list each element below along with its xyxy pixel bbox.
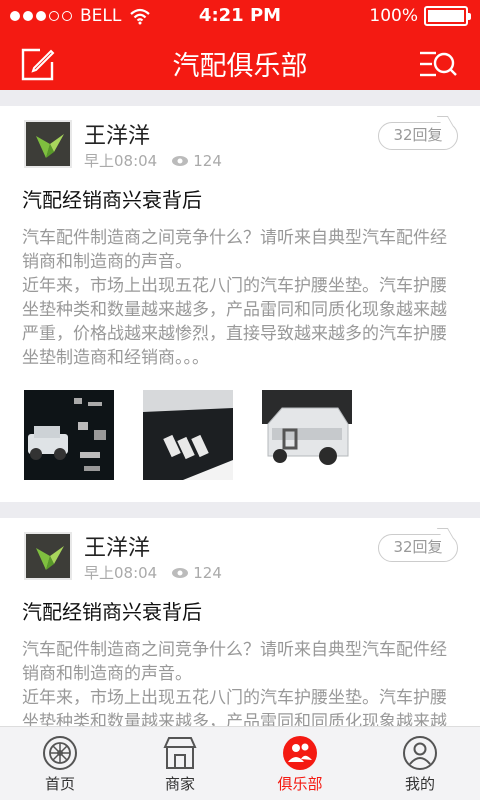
post-feed[interactable]: 王洋洋 早上08:04 124 32回复 汽配经销商兴衰背后 汽车配件制造商之间…: [0, 106, 480, 726]
author-name[interactable]: 王洋洋: [84, 530, 150, 562]
eye-icon: [172, 155, 189, 166]
post-image[interactable]: [143, 390, 233, 480]
avatar[interactable]: [24, 120, 72, 168]
avatar[interactable]: [24, 532, 72, 580]
post-title[interactable]: 汽配经销商兴衰背后: [22, 584, 458, 632]
post-card[interactable]: 王洋洋 早上08:04 124 32回复 汽配经销商兴衰背后 汽车配件制造商之间…: [0, 518, 480, 726]
reply-count-button[interactable]: 32回复: [378, 122, 458, 150]
search-menu-icon[interactable]: [418, 48, 458, 80]
post-image[interactable]: [24, 390, 114, 480]
post-title[interactable]: 汽配经销商兴衰背后: [22, 172, 458, 220]
page-title: 汽配俱乐部: [172, 51, 308, 82]
nav-bar: 汽配俱乐部: [0, 34, 480, 90]
status-bar: BELL 4:21 PM 100%: [0, 0, 480, 34]
view-count: 124: [193, 563, 222, 582]
post-excerpt: 汽车配件制造商之间竞争什么？请听来自典型汽车配件经销商和制造商的声音。 近年来，…: [22, 640, 447, 726]
bird-logo-icon: [26, 534, 70, 578]
battery-percent: 100%: [369, 6, 418, 26]
post-images: [22, 370, 458, 502]
author-name[interactable]: 王洋洋: [84, 118, 150, 150]
reply-count-button[interactable]: 32回复: [378, 534, 458, 562]
eye-icon: [172, 567, 189, 578]
post-image[interactable]: [262, 390, 352, 480]
tab-label: 首页: [44, 775, 75, 793]
tab-label: 我的: [404, 775, 435, 793]
battery-icon: [424, 6, 471, 26]
club-icon: [283, 736, 317, 770]
store-icon: [163, 737, 197, 769]
tab-club[interactable]: 俱乐部: [240, 727, 360, 800]
tab-bar: 首页 商家 俱乐部 我的: [0, 726, 480, 800]
tab-mine[interactable]: 我的: [360, 727, 480, 800]
tab-label: 商家: [164, 775, 195, 793]
tab-merchants[interactable]: 商家: [120, 727, 240, 800]
post-time: 早上08:04: [84, 152, 158, 170]
wheel-icon: [43, 736, 77, 770]
post-card[interactable]: 王洋洋 早上08:04 124 32回复 汽配经销商兴衰背后 汽车配件制造商之间…: [0, 106, 480, 502]
bird-logo-icon: [26, 122, 70, 166]
post-time: 早上08:04: [84, 564, 158, 582]
tab-home[interactable]: 首页: [0, 727, 120, 800]
view-count: 124: [193, 151, 222, 170]
profile-icon: [403, 736, 437, 770]
tab-label: 俱乐部: [277, 775, 323, 793]
post-excerpt: 汽车配件制造商之间竞争什么？请听来自典型汽车配件经销商和制造商的声音。 近年来，…: [22, 228, 447, 368]
